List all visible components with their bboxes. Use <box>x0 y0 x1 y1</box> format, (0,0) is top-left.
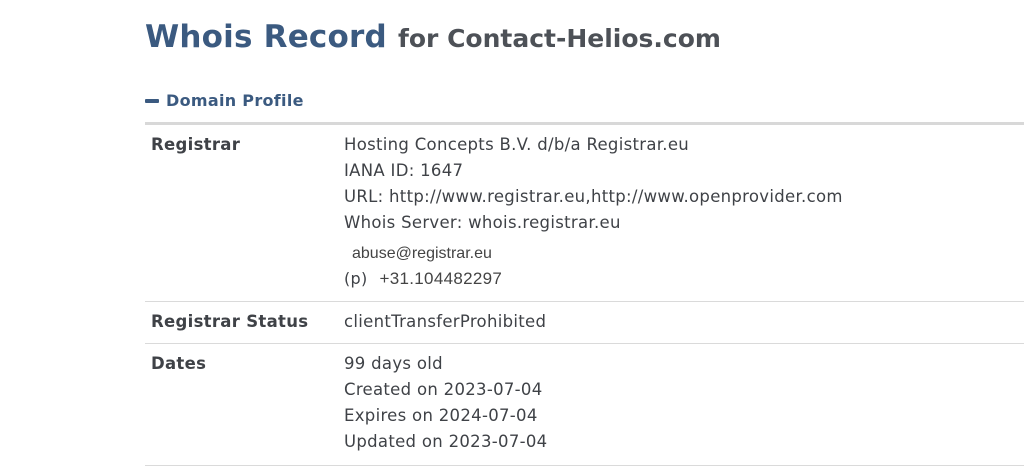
registrar-label: Registrar <box>151 135 241 154</box>
row-label: Registrar <box>145 125 344 302</box>
status-label: Registrar Status <box>151 311 309 331</box>
section-label[interactable]: Domain Profile <box>166 91 304 110</box>
registrar-url: URL: http://www.registrar.eu,http://www.… <box>344 187 843 206</box>
status-value: clientTransferProhibited <box>344 311 547 331</box>
expires-date: Expires on 2024-07-04 <box>344 405 538 425</box>
domain-profile-table: Registrar Hosting Concepts B.V. d/b/a Re… <box>145 125 1024 466</box>
dates-label: Dates <box>151 353 207 373</box>
table-row-registrar: Registrar Hosting Concepts B.V. d/b/a Re… <box>145 125 1024 302</box>
phone-prefix: (p) <box>344 269 368 288</box>
created-date: Created on 2023-07-04 <box>344 379 543 399</box>
row-value: clientTransferProhibited <box>344 301 1024 344</box>
row-label: Dates <box>145 343 344 466</box>
row-value: Hosting Concepts B.V. d/b/a Registrar.eu… <box>344 125 1024 302</box>
page-title-main: Whois Record <box>145 19 387 55</box>
page-title-domain: for Contact-Helios.com <box>397 24 721 53</box>
registrar-name: Hosting Concepts B.V. d/b/a Registrar.eu <box>344 135 690 154</box>
row-label: Registrar Status <box>145 301 344 344</box>
minus-icon[interactable] <box>145 98 159 103</box>
phone-number: +31.104482297 <box>379 269 503 288</box>
table-row-status: Registrar Status clientTransferProhibite… <box>145 301 1024 344</box>
registrar-phone: (p) +31.104482297 <box>344 266 1024 292</box>
table-row-dates: Dates 99 days old Created on 2023-07-04 … <box>145 343 1024 466</box>
domain-profile-toggle[interactable]: Domain Profile <box>145 91 304 110</box>
whois-server: Whois Server: whois.registrar.eu <box>344 213 621 232</box>
iana-id: IANA ID: 1647 <box>344 161 464 180</box>
page-title: Whois Record for Contact-Helios.com <box>145 22 721 53</box>
row-value: 99 days old Created on 2023-07-04 Expire… <box>344 343 1024 466</box>
updated-date: Updated on 2023-07-04 <box>344 431 548 451</box>
registrar-email: abuse@registrar.eu <box>352 245 492 262</box>
domain-age: 99 days old <box>344 353 443 373</box>
